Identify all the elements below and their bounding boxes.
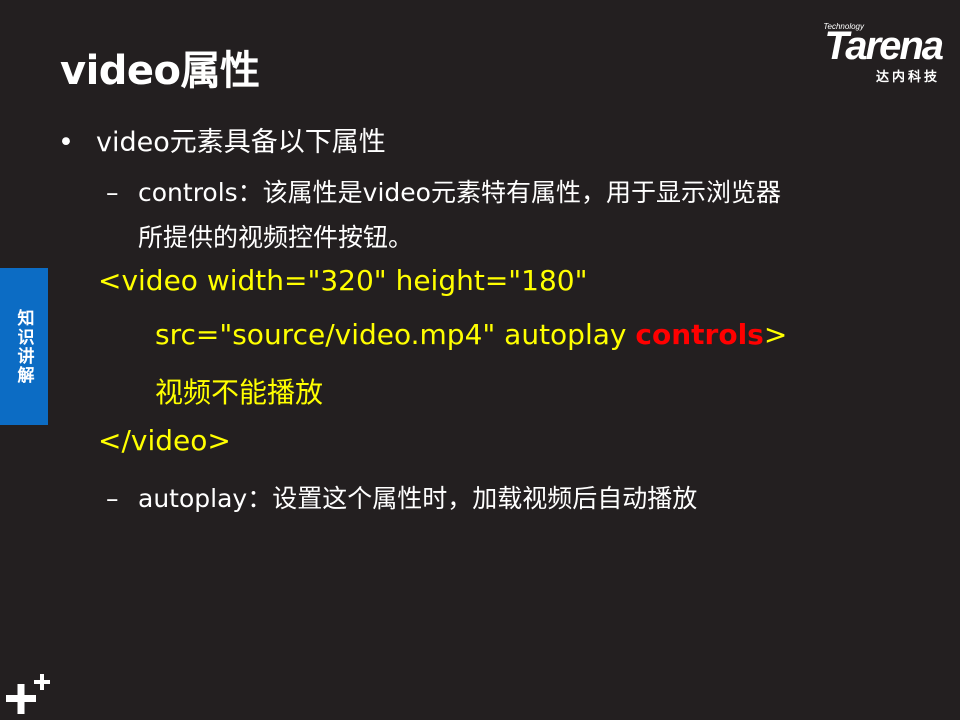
side-tab-label: 知识讲解 <box>13 308 34 385</box>
dash-icon: – <box>106 484 119 513</box>
code-line-4: </video> <box>98 424 231 457</box>
code-line-3: 视频不能播放 <box>155 376 324 409</box>
bullet-dot-icon: • <box>58 127 74 158</box>
bullet-item: • video元素具备以下属性 <box>58 120 386 159</box>
sub-item-controls-cont: 所提供的视频控件按钮。 <box>138 223 414 252</box>
sub-item-autoplay: – autoplay：设置这个属性时，加载视频后自动播放 <box>106 479 697 515</box>
bullet-text: video元素具备以下属性 <box>96 127 386 158</box>
sub-item-controls: – controls：该属性是video元素特有属性，用于显示浏览器 <box>106 173 781 209</box>
sub-item-text: autoplay：设置这个属性时，加载视频后自动播放 <box>138 484 698 513</box>
tarena-logo: Technology Tarena 达内科技 <box>777 22 944 85</box>
slide-title: video属性 <box>60 48 260 94</box>
side-tab: 知识讲解 <box>0 268 48 425</box>
code-line-2-suffix: > <box>763 318 788 351</box>
code-line-1: <video width="320" height="180" <box>98 264 588 297</box>
dash-icon: – <box>106 178 119 207</box>
sub-item-text: controls：该属性是video元素特有属性，用于显示浏览器 <box>138 178 781 207</box>
code-highlight-controls: controls <box>635 318 764 351</box>
code-line-2-prefix: src="source/video.mp4" autoplay <box>155 318 636 351</box>
logo-wordmark: Tarena <box>824 24 944 68</box>
logo-subtitle: 达内科技 <box>875 70 940 85</box>
code-line-2: src="source/video.mp4" autoplay controls… <box>155 318 787 351</box>
plus-plus-icon <box>6 674 50 714</box>
